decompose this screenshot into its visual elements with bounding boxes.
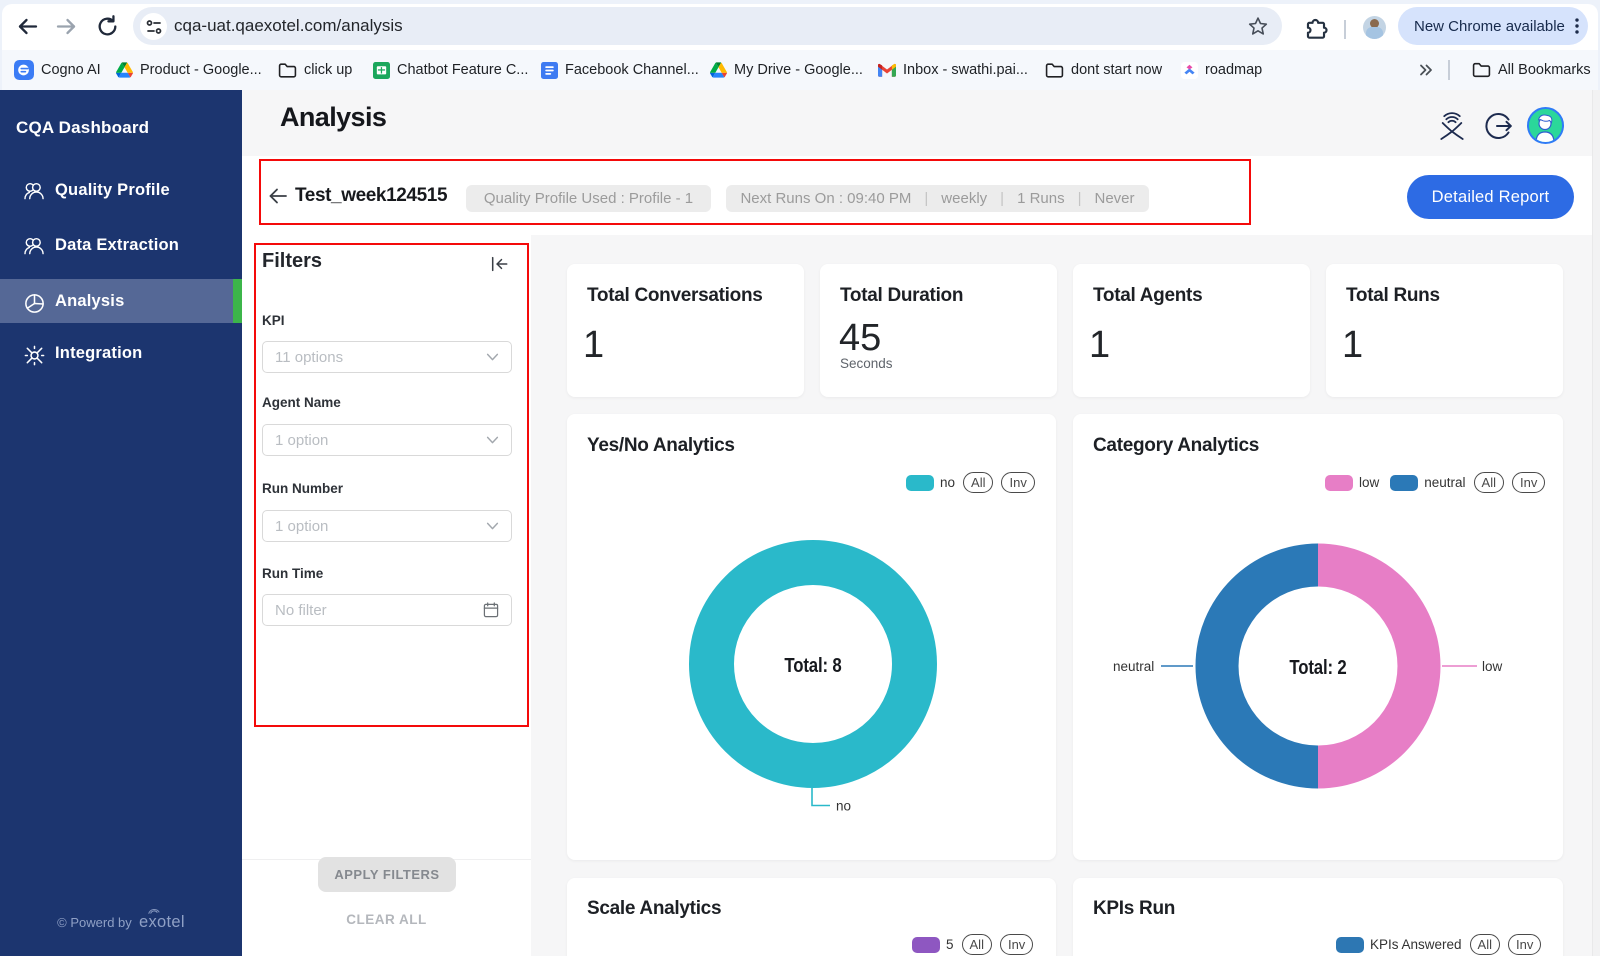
svg-text:no: no — [836, 799, 851, 814]
svg-text:neutral: neutral — [1113, 659, 1154, 674]
svg-text:low: low — [1482, 659, 1503, 674]
